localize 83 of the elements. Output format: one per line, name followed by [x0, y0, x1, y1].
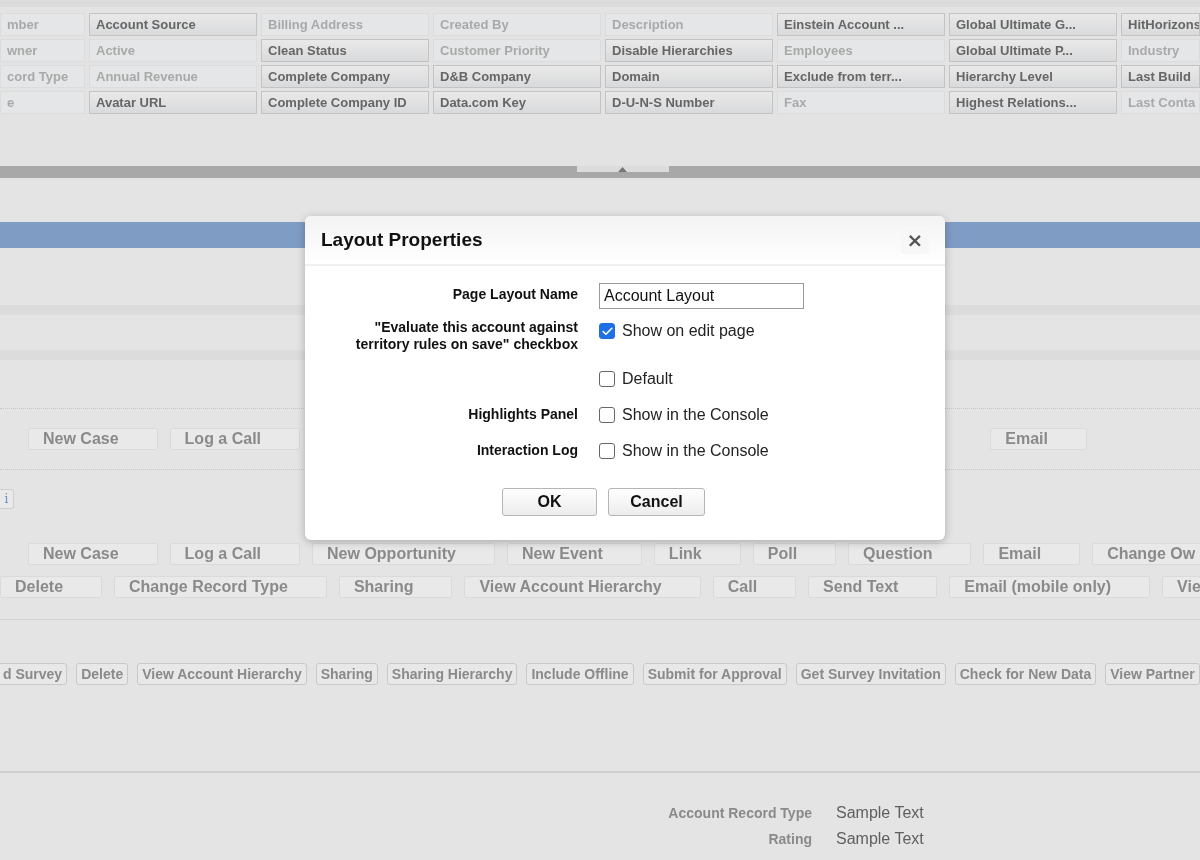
action-button[interactable]: New Opportunity	[312, 543, 495, 565]
field-tile[interactable]: Clean Status	[261, 39, 429, 62]
action-button[interactable]: Log a Call	[169, 543, 301, 565]
checkbox[interactable]	[599, 323, 615, 339]
field-label: Highlights Panel	[468, 406, 578, 422]
field-tile[interactable]: Billing Address	[261, 13, 429, 36]
action-button[interactable]: Email (mobile only)	[949, 576, 1151, 598]
splitter-handle[interactable]	[576, 166, 669, 172]
field-tile[interactable]: Description	[605, 13, 773, 36]
action-button[interactable]: Vie	[1162, 576, 1200, 598]
custom-button[interactable]: Check for New Data	[954, 663, 1097, 685]
field-tile[interactable]: Industry	[1121, 39, 1200, 62]
field-tile[interactable]: Fax	[777, 91, 945, 114]
action-button[interactable]: Call	[712, 576, 797, 598]
checkbox-label: Show in the Console	[622, 443, 769, 459]
action-button[interactable]: Poll	[752, 543, 837, 565]
field-tile[interactable]: Complete Company	[261, 65, 429, 88]
info-button[interactable]: i	[0, 489, 14, 509]
action-button[interactable]: View Account Hierarchy	[464, 576, 701, 598]
field-tile[interactable]: D-U-N-S Number	[605, 91, 773, 114]
checkbox[interactable]	[599, 371, 615, 387]
action-button[interactable]: Log a Call	[169, 428, 301, 450]
checkbox-label: Default	[622, 371, 673, 387]
custom-button[interactable]: View Partner	[1105, 663, 1200, 685]
field-tile[interactable]: Customer Priority	[433, 39, 601, 62]
field-tile[interactable]: mber	[0, 13, 85, 36]
field-tile[interactable]: Avatar URL	[89, 91, 257, 114]
action-button[interactable]: New Case	[28, 428, 158, 450]
custom-button[interactable]: d Survey	[0, 663, 68, 685]
action-button[interactable]: Sharing	[338, 576, 453, 598]
field-tile[interactable]: Domain	[605, 65, 773, 88]
custom-button[interactable]: Delete	[76, 663, 129, 685]
action-button[interactable]: Email	[983, 543, 1081, 565]
checkbox-label: Show on edit page	[622, 323, 755, 339]
action-button[interactable]: Change Ow	[1092, 543, 1200, 565]
field-tile[interactable]: Einstein Account ...	[777, 13, 945, 36]
field-tile[interactable]: Created By	[433, 13, 601, 36]
dialog-button[interactable]: OK	[502, 488, 597, 516]
field-tile[interactable]: Employees	[777, 39, 945, 62]
action-button[interactable]: Email	[990, 428, 1087, 450]
action-button[interactable]: Question	[848, 543, 972, 565]
field-tile[interactable]: wner	[0, 39, 85, 62]
field-value: Sample Text	[836, 804, 925, 822]
custom-button[interactable]: Sharing	[315, 663, 378, 685]
field-tile[interactable]: Last Build	[1121, 65, 1200, 88]
field-tile[interactable]: cord Type	[0, 65, 85, 88]
custom-button[interactable]: View Account Hierarchy	[137, 663, 307, 685]
custom-button[interactable]: Include Offline	[526, 663, 634, 685]
field-label: Account Record Type	[667, 805, 812, 821]
field-tile[interactable]: Global Ultimate P...	[949, 39, 1117, 62]
custom-button[interactable]: Sharing Hierarchy	[386, 663, 518, 685]
layout-name-field[interactable]: Account Layout	[599, 283, 804, 309]
custom-button[interactable]: Get Survey Invitation	[795, 663, 946, 685]
field-tile[interactable]: Last Conta	[1121, 91, 1200, 114]
field-label: Interaction Log	[476, 442, 578, 458]
field-label: "Evaluate this account against territory rules on save" checkbox	[355, 319, 578, 352]
field-value: Sample Text	[836, 830, 925, 848]
field-tile[interactable]: e	[0, 91, 85, 114]
field-tile[interactable]: Annual Revenue	[89, 65, 257, 88]
field-tile[interactable]: Disable Hierarchies	[605, 39, 773, 62]
dialog-title: Layout Properties	[321, 229, 483, 251]
checkbox[interactable]	[599, 443, 615, 459]
field-tile[interactable]: Highest Relations...	[949, 91, 1117, 114]
field-label: Page Layout Name	[452, 286, 578, 302]
field-tile[interactable]: Account Source	[89, 13, 257, 36]
field-tile[interactable]: Complete Company ID	[261, 91, 429, 114]
action-button[interactable]: Delete	[0, 576, 103, 598]
field-tile[interactable]: Global Ultimate G...	[949, 13, 1117, 36]
checkbox-label: Show in the Console	[622, 407, 769, 423]
field-tile[interactable]: D&B Company	[433, 65, 601, 88]
action-button[interactable]: Change Record Type	[114, 576, 327, 598]
checkbox[interactable]	[599, 407, 615, 423]
action-button[interactable]: Send Text	[808, 576, 938, 598]
custom-button[interactable]: Submit for Approval	[642, 663, 787, 685]
field-tile[interactable]: Exclude from terr...	[777, 65, 945, 88]
action-button[interactable]: New Case	[28, 543, 158, 565]
field-tile[interactable]: Active	[89, 39, 257, 62]
dialog-button[interactable]: Cancel	[608, 488, 705, 516]
field-label: Rating	[767, 831, 812, 847]
field-tile[interactable]: Data.com Key	[433, 91, 601, 114]
action-button[interactable]: Link	[653, 543, 741, 565]
field-tile[interactable]: Hierarchy Level	[949, 65, 1117, 88]
action-button[interactable]: New Event	[506, 543, 642, 565]
